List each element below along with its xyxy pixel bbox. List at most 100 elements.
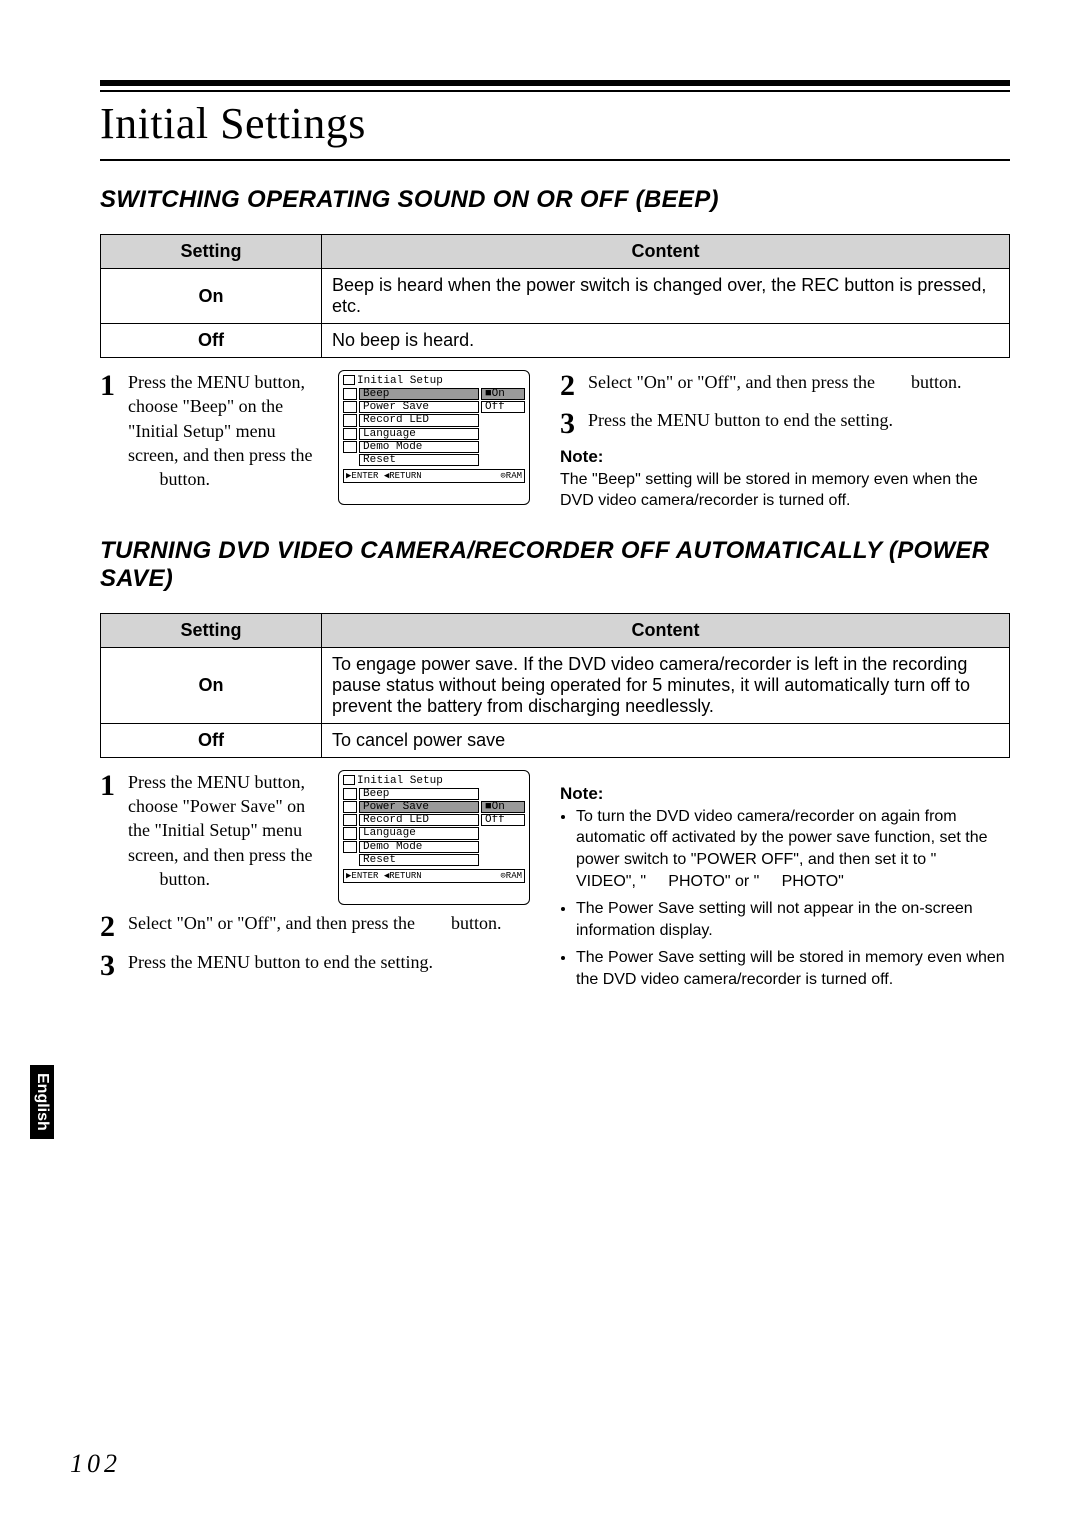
section2-heading: TURNING DVD VIDEO CAMERA/RECORDER OFF AU… xyxy=(100,537,1010,593)
cell-setting: Off xyxy=(101,324,322,358)
th-setting: Setting xyxy=(101,613,322,647)
table-row: On Beep is heard when the power switch i… xyxy=(101,269,1010,324)
table-row: Off To cancel power save xyxy=(101,723,1010,757)
note-item: The Power Save setting will not appear i… xyxy=(576,898,1010,941)
menu-item: Reset xyxy=(359,854,479,866)
section1-right-col: 2 Select "On" or "Off", and then press t… xyxy=(560,370,1010,512)
menu-foot-left: ▶ENTER ◀RETURN xyxy=(346,470,422,482)
step-text: Press the MENU button to end the setting… xyxy=(128,952,433,972)
cell-content: Beep is heard when the power switch is c… xyxy=(322,269,1010,324)
section1-columns: 1 Press the MENU button, choose "Beep" o… xyxy=(100,370,1010,512)
th-setting: Setting xyxy=(101,235,322,269)
powersave-settings-table: Setting Content On To engage power save.… xyxy=(100,613,1010,758)
menu-value xyxy=(481,441,525,453)
menu-foot-right: ⊙RAM xyxy=(500,870,522,882)
menu-value xyxy=(481,827,525,839)
note-heading: Note: xyxy=(560,447,1010,467)
menu-row-icon xyxy=(343,854,357,866)
step-text: Press the MENU button to end the setting… xyxy=(588,410,893,430)
menu-value: Off xyxy=(481,401,525,413)
menu-value: ■On xyxy=(481,801,525,813)
cell-content: No beep is heard. xyxy=(322,324,1010,358)
note-list: To turn the DVD video camera/recorder on… xyxy=(560,806,1010,991)
note-item: The Power Save setting will be stored in… xyxy=(576,947,1010,990)
menu-item: Power Save xyxy=(359,801,479,813)
menu-fig-footer: ▶ENTER ◀RETURN ⊙RAM xyxy=(343,869,525,883)
step-text: Select "On" or "Off", and then press the… xyxy=(128,913,502,933)
section2-left-col: 1 Press the MENU button, choose "Power S… xyxy=(100,770,530,997)
menu-item: Record LED xyxy=(359,814,479,826)
language-side-tab: English xyxy=(30,1065,54,1139)
cell-content: To engage power save. If the DVD video c… xyxy=(322,647,1010,723)
step-3: 3 Press the MENU button to end the setti… xyxy=(100,950,530,974)
menu-row-icon xyxy=(343,827,357,839)
note-body: The "Beep" setting will be stored in mem… xyxy=(560,469,1010,512)
step-text: Press the MENU button, choose "Beep" on … xyxy=(128,372,312,489)
page-title: Initial Settings xyxy=(100,98,1010,149)
menu-row-icon xyxy=(343,388,357,400)
menu-value xyxy=(481,414,525,426)
cell-setting: Off xyxy=(101,723,322,757)
cell-content: To cancel power save xyxy=(322,723,1010,757)
step-number-icon: 2 xyxy=(100,907,115,948)
menu-fig-title: Initial Setup xyxy=(343,375,525,387)
step-text: Select "On" or "Off", and then press the… xyxy=(588,372,962,392)
menu-item: Reset xyxy=(359,454,479,466)
menu-row-icon xyxy=(343,401,357,413)
menu-value xyxy=(481,854,525,866)
page-number: 102 xyxy=(70,1449,121,1479)
menu-foot-right: ⊙RAM xyxy=(500,470,522,482)
manual-page: Initial Settings SWITCHING OPERATING SOU… xyxy=(0,0,1080,1529)
menu-item: Demo Mode xyxy=(359,441,479,453)
menu-item: Record LED xyxy=(359,414,479,426)
menu-row-icon xyxy=(343,814,357,826)
menu-value xyxy=(481,428,525,440)
cell-setting: On xyxy=(101,647,322,723)
step-2: 2 Select "On" or "Off", and then press t… xyxy=(560,370,1010,394)
menu-value xyxy=(481,454,525,466)
menu-foot-left: ▶ENTER ◀RETURN xyxy=(346,870,422,882)
note-heading: Note: xyxy=(560,784,1010,804)
menu-value xyxy=(481,841,525,853)
section1-heading: SWITCHING OPERATING SOUND ON OR OFF (BEE… xyxy=(100,186,1010,214)
menu-item: Beep xyxy=(359,788,479,800)
step-number-icon: 1 xyxy=(100,766,115,807)
menu-item: Language xyxy=(359,428,479,440)
menu-row-icon xyxy=(343,414,357,426)
step-number-icon: 2 xyxy=(560,366,575,407)
th-content: Content xyxy=(322,613,1010,647)
menu-figure-powersave: Initial Setup Beep Power Save xyxy=(338,770,530,905)
menu-item: Beep xyxy=(359,388,479,400)
step-2: 2 Select "On" or "Off", and then press t… xyxy=(100,911,530,935)
menu-value: ■On xyxy=(481,388,525,400)
step-number-icon: 3 xyxy=(560,404,575,445)
menu-figure-beep: Initial Setup Beep Power Save xyxy=(338,370,530,505)
table-row: On To engage power save. If the DVD vide… xyxy=(101,647,1010,723)
menu-item: Power Save xyxy=(359,401,479,413)
step-1: 1 Press the MENU button, choose "Beep" o… xyxy=(100,370,328,491)
menu-row-icon xyxy=(343,801,357,813)
menu-row-icon xyxy=(343,454,357,466)
menu-fig-footer: ▶ENTER ◀RETURN ⊙RAM xyxy=(343,469,525,483)
cell-setting: On xyxy=(101,269,322,324)
menu-value xyxy=(481,788,525,800)
step-number-icon: 3 xyxy=(100,946,115,987)
note-item: To turn the DVD video camera/recorder on… xyxy=(576,806,1010,892)
th-content: Content xyxy=(322,235,1010,269)
beep-settings-table: Setting Content On Beep is heard when th… xyxy=(100,234,1010,358)
section2-columns: 1 Press the MENU button, choose "Power S… xyxy=(100,770,1010,997)
menu-value: Off xyxy=(481,814,525,826)
menu-row-icon xyxy=(343,841,357,853)
step-number-icon: 1 xyxy=(100,366,115,407)
menu-row-icon xyxy=(343,428,357,440)
table-row: Off No beep is heard. xyxy=(101,324,1010,358)
top-rule xyxy=(100,80,1010,92)
menu-fig-title: Initial Setup xyxy=(343,775,525,787)
step-1: 1 Press the MENU button, choose "Power S… xyxy=(100,770,328,891)
section2-right-col: Note: To turn the DVD video camera/recor… xyxy=(560,770,1010,997)
section1-left-col: 1 Press the MENU button, choose "Beep" o… xyxy=(100,370,530,512)
menu-item: Demo Mode xyxy=(359,841,479,853)
menu-row-icon xyxy=(343,441,357,453)
menu-item: Language xyxy=(359,827,479,839)
step-3: 3 Press the MENU button to end the setti… xyxy=(560,408,1010,432)
